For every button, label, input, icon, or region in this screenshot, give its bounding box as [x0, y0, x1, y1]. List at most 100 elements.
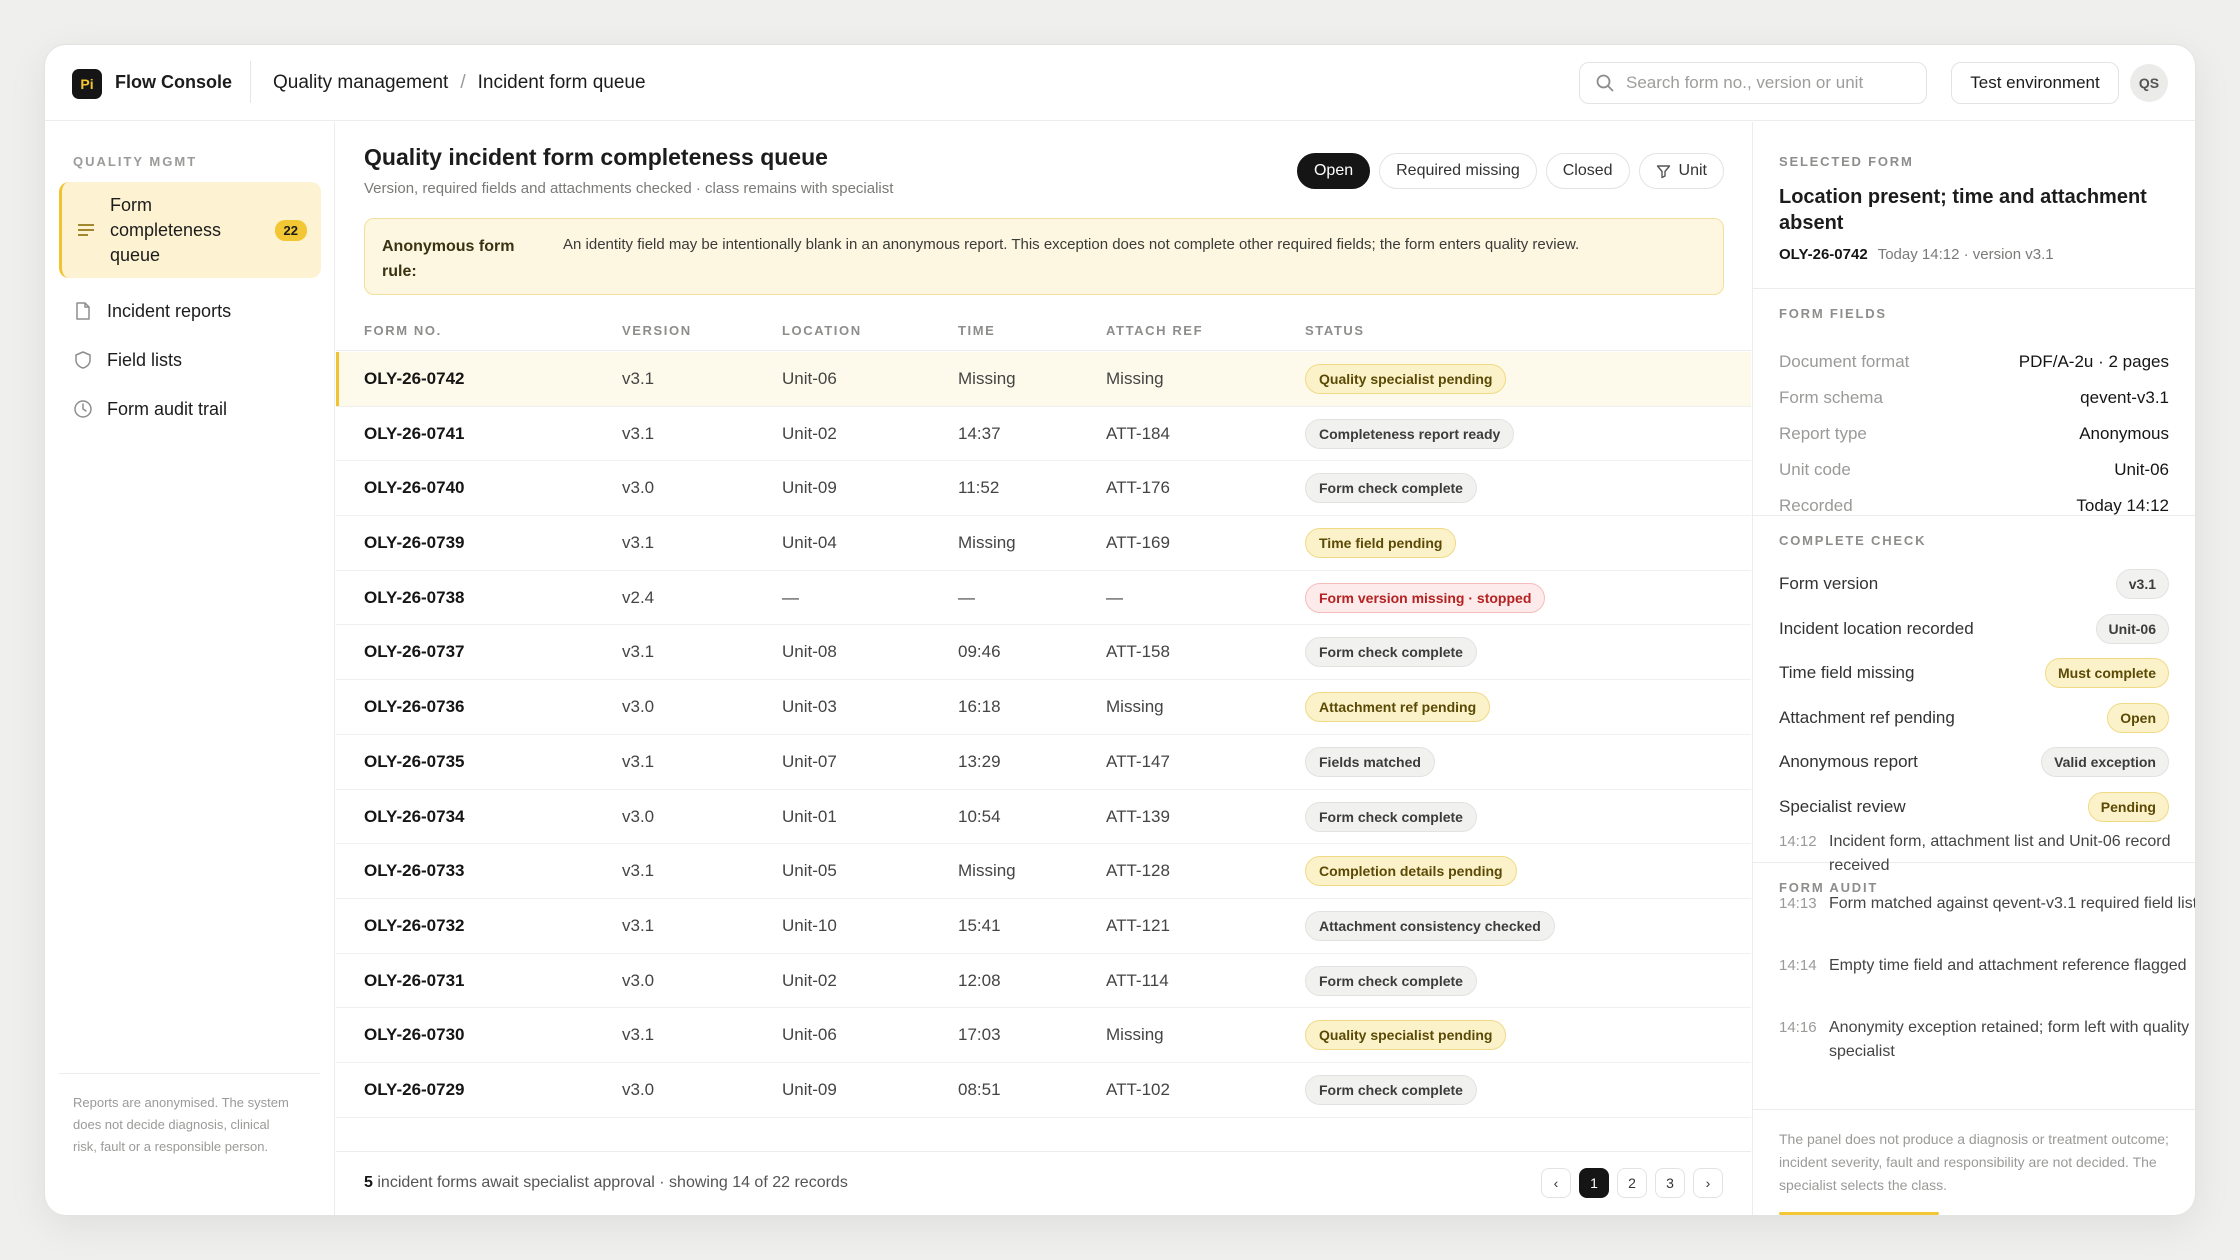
status-badge: Form check complete — [1305, 1074, 1477, 1105]
table-row[interactable]: OLY-26-0731 v3.0 Unit-02 12:08 ATT-114 Form c… — [336, 954, 1751, 1009]
sidebar-heading: QUALITY MGMT — [73, 154, 198, 169]
detail-panel: SELECTED FORM Location present; time and… — [1752, 122, 2195, 1215]
footer-text: incident forms await specialist approval… — [377, 1174, 848, 1191]
column-header-version[interactable]: VERSION — [622, 323, 692, 338]
cell-no[interactable]: OLY-26-0732 — [364, 916, 465, 936]
check-label: Anonymous report — [1779, 752, 1918, 771]
table-row[interactable]: OLY-26-0730 v3.1 Unit-06 17:03 Missing Qualit… — [336, 1008, 1751, 1063]
breadcrumb-section[interactable]: Quality management — [273, 72, 448, 94]
check-row: Specialist review Pending — [1779, 791, 2169, 822]
form-field-row: Form schema qevent-v3.1 — [1779, 388, 2169, 408]
cell-no[interactable]: OLY-26-0730 — [364, 1025, 465, 1045]
status-badge: Form check complete — [1305, 801, 1477, 832]
cell-location: Unit-10 — [782, 915, 837, 935]
sidebar-item-label: Incident reports — [107, 300, 232, 321]
table-row[interactable]: OLY-26-0732 v3.1 Unit-10 15:41 ATT-121 Attach… — [336, 899, 1751, 954]
page-next-button[interactable]: › — [1693, 1168, 1723, 1198]
cell-no[interactable]: OLY-26-0729 — [364, 1080, 465, 1100]
check-row: Time field missing Must complete — [1779, 658, 2169, 688]
cell-location: — — [782, 587, 799, 607]
sidebar-item-form-completeness-queue[interactable]: Form completeness queue 22 — [59, 182, 321, 278]
filter-required-missing[interactable]: Required missing — [1379, 153, 1537, 189]
filter-open[interactable]: Open — [1296, 153, 1371, 189]
cell-no[interactable]: OLY-26-0734 — [364, 807, 465, 827]
cell-location: Unit-04 — [782, 533, 837, 553]
app-logo: Pi — [72, 69, 102, 99]
column-header-time[interactable]: TIME — [958, 323, 995, 338]
sidebar-item-field-lists[interactable]: Field lists — [59, 341, 321, 379]
cell-time: 09:46 — [958, 642, 1001, 662]
sidebar-item-incident-reports[interactable]: Incident reports — [59, 292, 321, 330]
cell-no[interactable]: OLY-26-0738 — [364, 588, 465, 608]
filter-unit-label: Unit — [1678, 162, 1707, 179]
audit-text: Anonymity exception retained; form left … — [1829, 1019, 2190, 1060]
pagination: ‹ 1 2 3 › — [1541, 1168, 1723, 1198]
page-prev-button[interactable]: ‹ — [1541, 1168, 1571, 1198]
column-header-location[interactable]: LOCATION — [782, 323, 862, 338]
cell-no[interactable]: OLY-26-0742 — [364, 369, 465, 389]
table-row[interactable]: OLY-26-0738 v2.4 — — — Form version missing ·… — [336, 571, 1751, 626]
table-row[interactable]: OLY-26-0739 v3.1 Unit-04 Missing ATT-169 Time… — [336, 516, 1751, 571]
table-row[interactable]: OLY-26-0729 v3.0 Unit-09 08:51 ATT-102 Form c… — [336, 1063, 1751, 1118]
cell-no[interactable]: OLY-26-0739 — [364, 533, 465, 553]
status-badge: Form check complete — [1305, 473, 1477, 504]
column-header-form-no[interactable]: FORM NO. — [364, 323, 442, 338]
panel-scroll-indicator[interactable] — [1779, 1212, 1939, 1215]
table-row[interactable]: OLY-26-0740 v3.0 Unit-09 11:52 ATT-176 Form c… — [336, 461, 1751, 517]
selected-meta: OLY-26-0742 Today 14:12 · version v3.1 — [1779, 246, 2054, 263]
check-row: Form version v3.1 — [1779, 569, 2169, 599]
cell-version: v3.1 — [622, 861, 655, 881]
table-row[interactable]: OLY-26-0734 v3.0 Unit-01 10:54 ATT-139 Form c… — [336, 790, 1751, 845]
page-1-button[interactable]: 1 — [1579, 1168, 1609, 1198]
status-badge: Quality specialist pending — [1305, 364, 1507, 394]
cell-version: v3.0 — [622, 806, 655, 826]
cell-no[interactable]: OLY-26-0741 — [364, 424, 465, 444]
cell-no[interactable]: OLY-26-0740 — [364, 478, 465, 498]
check-label: Attachment ref pending — [1779, 707, 1955, 727]
page-3-button[interactable]: 3 — [1655, 1168, 1685, 1198]
document-icon — [76, 302, 90, 320]
check-row: Incident location recorded Unit-06 — [1779, 613, 2169, 644]
cell-no[interactable]: OLY-26-0733 — [364, 861, 465, 881]
cell-location: Unit-02 — [782, 423, 837, 443]
cell-no[interactable]: OLY-26-0737 — [364, 642, 465, 662]
environment-button[interactable]: Test environment — [1951, 62, 2119, 104]
check-badge: Pending — [2087, 791, 2169, 822]
selected-heading: SELECTED FORM — [1779, 154, 1914, 169]
column-header-status[interactable]: STATUS — [1305, 323, 1365, 338]
main-content: Quality incident form completeness queue… — [336, 122, 1751, 1215]
table-row[interactable]: OLY-26-0742 v3.1 Unit-06 Missing Missing Qual… — [336, 352, 1751, 407]
list-icon — [78, 224, 94, 236]
cell-attach: ATT-147 — [1106, 751, 1170, 771]
table-row[interactable]: OLY-26-0741 v3.1 Unit-02 14:37 ATT-184 Comple… — [336, 407, 1751, 462]
sidebar-item-label: Form audit trail — [107, 398, 228, 419]
cell-version: v3.0 — [622, 1079, 655, 1099]
cell-no[interactable]: OLY-26-0736 — [364, 697, 465, 717]
audit-entry: 14:16 Anonymity exception retained; form … — [1779, 1016, 2195, 1064]
table-row[interactable]: OLY-26-0736 v3.0 Unit-03 16:18 Missing Attach… — [336, 680, 1751, 735]
table-row[interactable]: OLY-26-0733 v3.1 Unit-05 Missing ATT-128 Comp… — [336, 844, 1751, 899]
search-input[interactable] — [1626, 73, 1886, 93]
user-avatar[interactable]: QS — [2130, 64, 2168, 102]
table-row[interactable]: OLY-26-0735 v3.1 Unit-07 13:29 ATT-147 Fields… — [336, 735, 1751, 790]
sidebar-item-form-audit-trail[interactable]: Form audit trail — [59, 390, 321, 428]
breadcrumb-current: Incident form queue — [477, 72, 646, 93]
cell-no[interactable]: OLY-26-0735 — [364, 752, 465, 772]
check-row: Attachment ref pending Open — [1779, 702, 2169, 733]
page-2-button[interactable]: 2 — [1617, 1168, 1647, 1198]
status-badge: Completeness report ready — [1305, 418, 1515, 449]
cell-time: 13:29 — [958, 751, 1001, 771]
app-name[interactable]: Flow Console — [115, 72, 232, 93]
table-row[interactable]: OLY-26-0737 v3.1 Unit-08 09:46 ATT-158 Form c… — [336, 625, 1751, 681]
cell-time: 08:51 — [958, 1079, 1001, 1099]
count-badge: 22 — [274, 219, 307, 241]
table-body: OLY-26-0742 v3.1 Unit-06 Missing Missing Qual… — [336, 352, 1751, 1118]
column-header-attach-ref[interactable]: ATTACH REF — [1106, 323, 1203, 338]
filter-closed[interactable]: Closed — [1545, 153, 1630, 189]
selected-form-no: OLY-26-0742 — [1779, 246, 1868, 263]
check-label: Specialist review — [1779, 796, 1906, 816]
cell-no[interactable]: OLY-26-0731 — [364, 971, 465, 991]
check-badge: Must complete — [2044, 658, 2169, 688]
search-box[interactable] — [1579, 62, 1927, 104]
filter-unit[interactable]: Unit — [1638, 153, 1724, 189]
